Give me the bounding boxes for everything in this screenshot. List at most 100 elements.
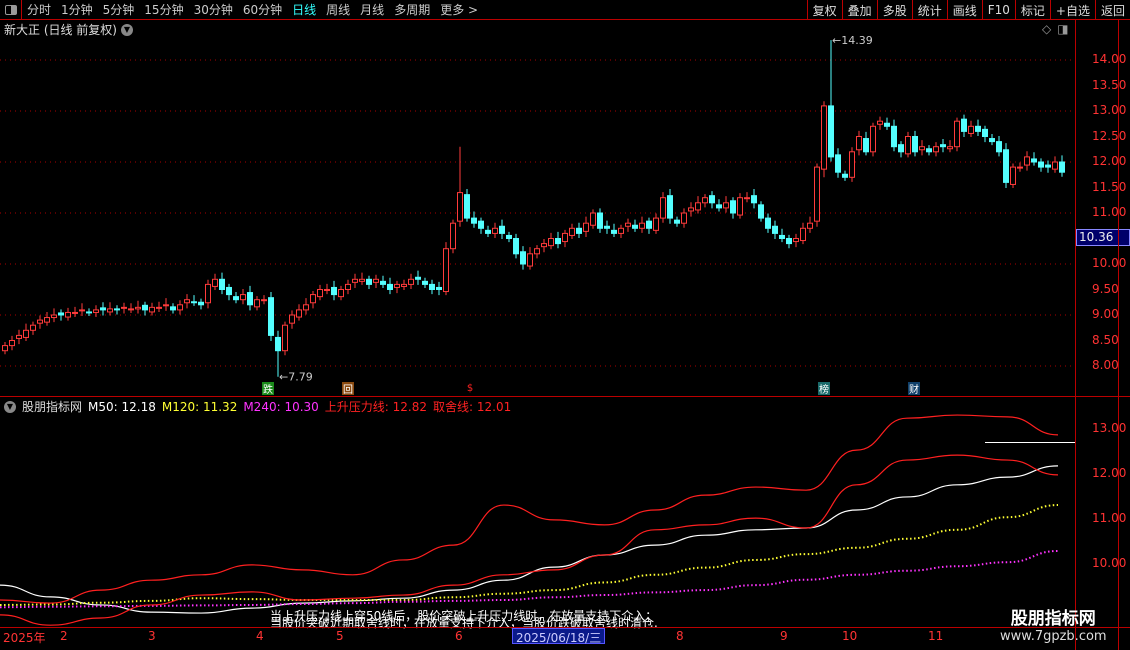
candle <box>191 295 197 306</box>
candle <box>373 274 379 288</box>
candle <box>338 285 344 301</box>
candle <box>898 141 904 158</box>
indicator-chart[interactable] <box>0 413 1075 627</box>
date-tick: 6 <box>455 629 463 643</box>
candle <box>492 222 498 238</box>
candle <box>639 216 645 233</box>
candle <box>632 219 638 232</box>
candle <box>170 303 176 314</box>
scrollbar[interactable] <box>1118 20 1119 650</box>
toolbar-button[interactable]: 统计 <box>911 0 947 20</box>
signal-marker[interactable]: 财 <box>908 382 920 396</box>
candle <box>604 220 610 234</box>
candle <box>695 196 701 214</box>
candle <box>821 101 827 178</box>
period-tab[interactable]: 多周期 <box>389 1 435 18</box>
candle <box>331 280 337 301</box>
candle <box>513 233 519 259</box>
period-tab[interactable]: 分时 <box>22 1 56 18</box>
candle <box>870 122 876 157</box>
candle <box>786 234 792 249</box>
toolbar-button[interactable]: +自选 <box>1049 0 1095 20</box>
candle <box>156 301 162 312</box>
period-tab[interactable]: 15分钟 <box>139 1 188 18</box>
candle <box>289 310 295 329</box>
candle <box>646 217 652 234</box>
series-上升压力线 <box>0 414 1059 604</box>
candle <box>485 225 491 237</box>
date-tick: 11 <box>928 629 944 643</box>
signal-marker[interactable]: 榜 <box>818 382 830 396</box>
toolbar-button[interactable]: 多股 <box>876 0 912 20</box>
candle <box>926 145 932 156</box>
candle <box>436 281 442 296</box>
candle <box>807 216 813 233</box>
period-tab[interactable]: 更多 > <box>435 1 483 18</box>
m240-value: M240: 10.30 <box>243 399 319 414</box>
period-tab[interactable]: 日线 <box>287 1 321 18</box>
candle <box>506 231 512 243</box>
candle <box>37 315 43 329</box>
candle <box>1052 156 1058 173</box>
date-tick: 4 <box>256 629 264 643</box>
candle <box>317 284 323 301</box>
period-tab[interactable]: 30分钟 <box>189 1 238 18</box>
candle <box>688 202 694 217</box>
signal-marker[interactable]: $ <box>464 382 476 395</box>
toolbar-button[interactable]: 返回 <box>1094 0 1130 20</box>
candle <box>912 130 918 157</box>
candle <box>730 197 736 219</box>
candle <box>457 146 463 227</box>
toolbar-button[interactable]: 复权 <box>806 0 842 20</box>
candle <box>205 279 211 309</box>
date-tick: 8 <box>676 629 684 643</box>
period-tab[interactable]: 60分钟 <box>238 1 287 18</box>
candle <box>401 279 407 291</box>
candle <box>534 245 540 259</box>
signal-marker[interactable]: 回 <box>342 382 354 396</box>
candle <box>1017 162 1023 172</box>
date-tick: 3 <box>148 629 156 643</box>
candle <box>422 277 428 288</box>
period-tab[interactable]: 5分钟 <box>98 1 140 18</box>
candle <box>982 125 988 143</box>
price-chart[interactable]: ←7.79 ←14.39 <box>0 20 1075 398</box>
price-tick: 8.50 <box>1092 332 1119 347</box>
signal-marker[interactable]: 跌 <box>262 382 274 396</box>
period-tab[interactable]: 月线 <box>355 1 389 18</box>
candle <box>9 335 15 351</box>
candle <box>772 220 778 240</box>
candle <box>989 133 995 146</box>
candle <box>744 192 750 203</box>
period-tab[interactable]: 周线 <box>321 1 355 18</box>
candle <box>184 294 190 309</box>
candle <box>1038 158 1044 172</box>
candle <box>1024 151 1030 171</box>
candle <box>625 218 631 232</box>
candle <box>352 273 358 288</box>
candle <box>366 275 372 289</box>
candle <box>443 242 449 296</box>
period-tab[interactable]: 1分钟 <box>56 1 98 18</box>
candle <box>303 298 309 315</box>
candle <box>674 216 680 227</box>
candle <box>835 148 841 178</box>
candle <box>618 224 624 238</box>
candle <box>779 228 785 243</box>
toolbar-button[interactable]: F10 <box>981 0 1015 20</box>
toolbar-button[interactable]: 叠加 <box>841 0 877 20</box>
date-tick: 2025年 <box>3 631 46 645</box>
chevron-down-icon[interactable]: ▼ <box>4 400 16 413</box>
candle <box>219 272 225 295</box>
candle <box>1059 155 1065 177</box>
toolbar-button[interactable]: 画线 <box>946 0 982 20</box>
candle <box>233 292 239 304</box>
candle <box>212 273 218 291</box>
candle <box>709 191 715 209</box>
toolbar-button[interactable]: 标记 <box>1014 0 1050 20</box>
candle <box>597 208 603 233</box>
candle <box>814 163 820 227</box>
candle <box>282 321 288 356</box>
layout-toggle-button[interactable] <box>0 0 22 20</box>
candle <box>716 199 722 212</box>
